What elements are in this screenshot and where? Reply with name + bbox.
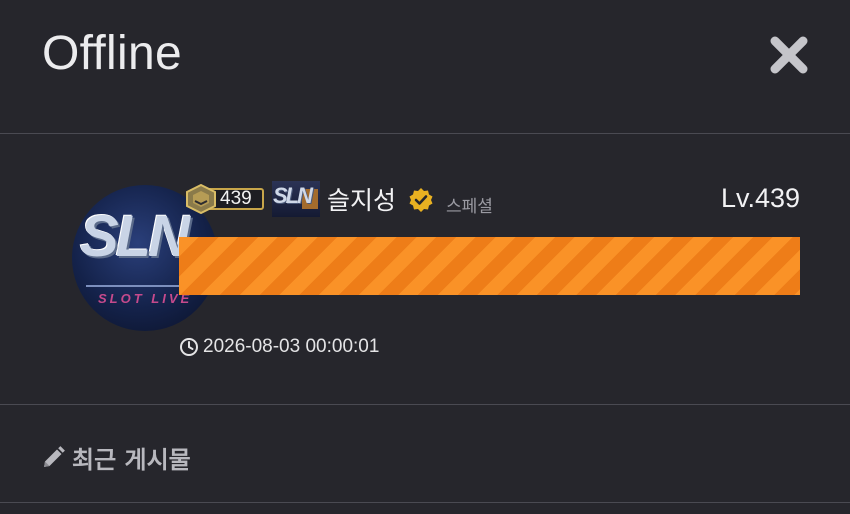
user-profile-modal: Offline SLN SLOT LIVE 439 SLN 슬지성 스페셜 Lv…: [0, 0, 850, 514]
member-logo-image: SLN: [272, 181, 320, 217]
experience-progress-bar: [179, 237, 800, 295]
close-button[interactable]: [764, 30, 814, 80]
experience-progress-fill: [179, 237, 800, 295]
level-badge: 439: [184, 184, 266, 214]
pencil-icon: [44, 445, 65, 467]
level-label: Lv.439: [720, 183, 800, 213]
nickname[interactable]: 슬지성: [327, 181, 396, 217]
verified-badge-icon: [409, 188, 433, 212]
member-logo-text: SLN: [273, 183, 313, 208]
recent-posts-label: 최근 게시물: [72, 446, 191, 474]
level-badge-number: 439: [220, 188, 252, 209]
avatar-logo-text: SLN: [80, 204, 190, 269]
modal-header: Offline: [0, 0, 850, 134]
level-hexagon-icon: [186, 184, 216, 214]
member-type-label: 스페셜: [446, 197, 493, 217]
recent-posts-section: 최근 게시물: [0, 406, 850, 503]
recent-posts-link[interactable]: 최근 게시물: [40, 440, 191, 475]
profile-section: SLN SLOT LIVE 439 SLN 슬지성 스페셜 Lv.439 202…: [0, 135, 850, 405]
clock-icon: [180, 338, 198, 356]
modal-title: Offline: [42, 27, 182, 80]
last-seen-row: 2026-08-03 00:00:01: [179, 335, 379, 359]
last-seen-time: 2026-08-03 00:00:01: [203, 336, 380, 357]
close-icon: [770, 36, 808, 74]
